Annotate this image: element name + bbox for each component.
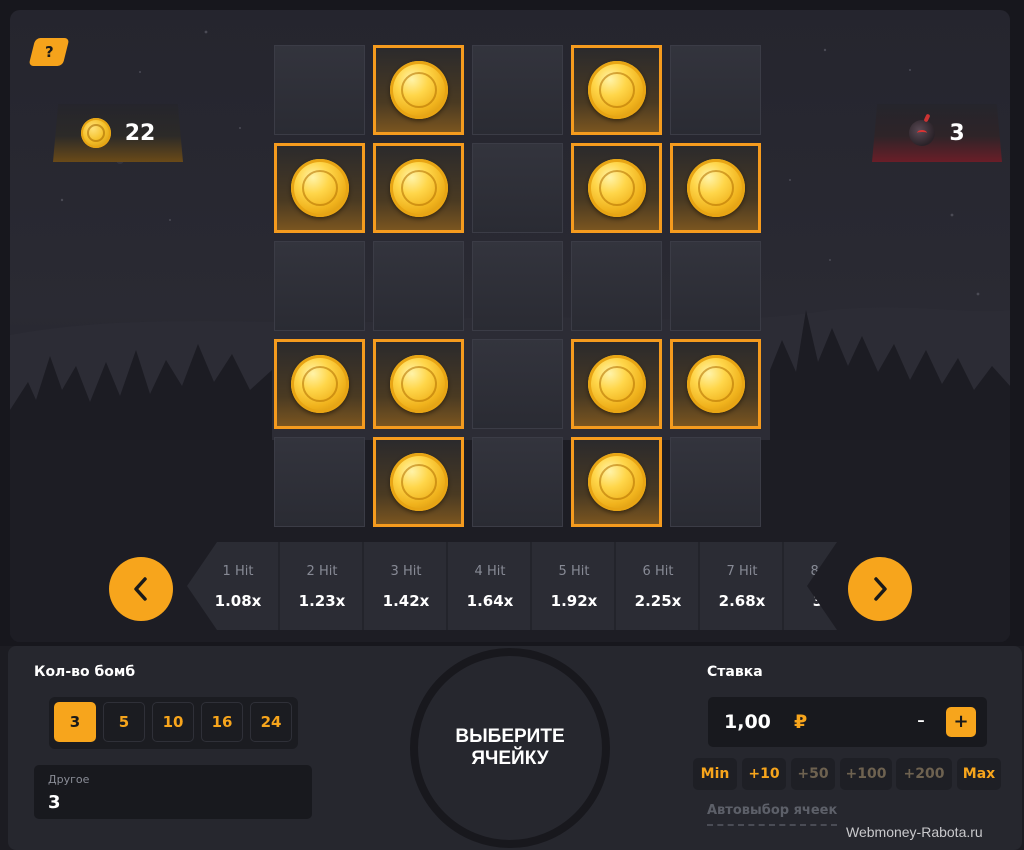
coin-icon [587,61,646,119]
multiplier-cell: 7 Hit 2.68x [702,542,784,630]
multiplier-hit-label: 6 Hit [642,564,674,579]
coin-icon [290,159,349,217]
bomb-count-options: 3 5 10 16 24 [49,697,298,749]
mines-grid [274,45,764,531]
coin-icon [389,159,448,217]
currency-symbol: ₽ [794,711,808,733]
multiplier-value: 2.68x [718,592,766,610]
select-cell-button[interactable]: ВЫБЕРИТЕ ЯЧЕЙКУ [410,648,610,848]
multiplier-value: 1.23x [298,592,346,610]
bomb-count-option[interactable]: 3 [54,702,96,742]
grid-cell-revealed[interactable] [571,437,662,527]
coins-counter-panel: 22 [53,104,183,162]
quick-bet-button[interactable]: +50 [791,758,835,790]
coins-count: 22 [124,120,156,146]
bomb-count-option[interactable]: 16 [201,702,243,742]
watermark: Webmoney-Rabota.ru [846,824,983,840]
multiplier-value: 2.25x [634,592,682,610]
grid-cell[interactable] [472,339,563,429]
coin-icon [686,159,745,217]
bomb-count-option[interactable]: 5 [103,702,145,742]
multiplier-cell: 3 Hit 1.42x [366,542,448,630]
bomb-count-label: Кол-во бомб [34,664,136,680]
grid-cell-revealed[interactable] [373,143,464,233]
multiplier-value: 1.64x [466,592,514,610]
coin-icon [80,118,111,148]
grid-cell-revealed[interactable] [571,143,662,233]
multiplier-cell: 6 Hit 2.25x [618,542,700,630]
multiplier-strip: 1 Hit 1.08x 2 Hit 1.23x 3 Hit 1.42x 4 Hit 1.64x… [187,542,837,630]
help-label: ? [44,43,54,61]
grid-cell[interactable] [472,143,563,233]
multiplier-hit-label: 5 Hit [558,564,590,579]
coin-icon [686,355,745,413]
grid-cell[interactable] [472,241,563,331]
grid-cell[interactable] [274,437,365,527]
quick-bet-button[interactable]: +200 [896,758,952,790]
grid-cell-revealed[interactable] [274,339,365,429]
grid-cell[interactable] [274,241,365,331]
multiplier-value: 1.42x [382,592,430,610]
autoselect-cells-link[interactable]: Автовыбор ячеек [707,803,838,826]
select-cell-label: ВЫБЕРИТЕ ЯЧЕЙКУ [455,726,565,769]
quick-bet-button[interactable]: Max [957,758,1001,790]
coin-icon [587,453,646,511]
multiplier-prev-button[interactable] [109,557,173,621]
grid-cell[interactable] [571,241,662,331]
chevron-left-icon [134,577,147,601]
quick-bet-button[interactable]: Min [693,758,737,790]
bet-label: Ставка [707,664,763,680]
multiplier-hit-label: 7 Hit [726,564,758,579]
chevron-right-icon [874,577,887,601]
multiplier-cell: 2 Hit 1.23x [282,542,364,630]
quick-bet-button[interactable]: +10 [742,758,786,790]
bombs-counter-panel: 3 [872,104,1002,162]
multiplier-cell: 1 Hit 1.08x [198,542,280,630]
other-bomb-count-field[interactable]: Другое 3 [34,765,312,819]
coin-icon [587,159,646,217]
coin-icon [290,355,349,413]
grid-cell-revealed[interactable] [274,143,365,233]
grid-cell[interactable] [472,437,563,527]
multiplier-cell: 4 Hit 1.64x [450,542,532,630]
grid-cell-revealed[interactable] [373,339,464,429]
grid-cell[interactable] [274,45,365,135]
multiplier-value: 1.92x [550,592,598,610]
coin-icon [587,355,646,413]
bomb-count-option[interactable]: 24 [250,702,292,742]
bomb-count-option[interactable]: 10 [152,702,194,742]
other-bomb-count-caption: Другое [48,773,90,786]
multiplier-hit-label: 4 Hit [474,564,506,579]
grid-cell[interactable] [670,241,761,331]
multiplier-hit-label: 3 Hit [390,564,422,579]
grid-cell-revealed[interactable] [571,45,662,135]
other-bomb-count-value: 3 [48,792,61,813]
coin-icon [389,61,448,119]
quick-bet-button[interactable]: +100 [840,758,892,790]
bet-increase-button[interactable]: + [946,707,976,737]
bombs-count: 3 [949,120,965,146]
multiplier-cell: 5 Hit 1.92x [534,542,616,630]
coin-icon [389,453,448,511]
multiplier-value: 1.08x [214,592,262,610]
grid-cell[interactable] [472,45,563,135]
grid-cell-revealed[interactable] [670,143,761,233]
help-button[interactable]: ? [28,38,70,66]
multiplier-next-button[interactable] [848,557,912,621]
grid-cell-revealed[interactable] [670,339,761,429]
grid-cell[interactable] [373,241,464,331]
bet-decrease-button[interactable]: - [913,707,929,737]
multiplier-hit-label: 2 Hit [306,564,338,579]
grid-cell[interactable] [670,45,761,135]
bet-amount-field[interactable]: 1,00 ₽ - + [708,697,987,747]
bet-amount-value: 1,00 [724,711,771,733]
grid-cell-revealed[interactable] [373,437,464,527]
grid-cell-revealed[interactable] [373,45,464,135]
grid-cell[interactable] [670,437,761,527]
multiplier-hit-label: 1 Hit [222,564,254,579]
bomb-icon [909,120,936,146]
grid-cell-revealed[interactable] [571,339,662,429]
coin-icon [389,355,448,413]
